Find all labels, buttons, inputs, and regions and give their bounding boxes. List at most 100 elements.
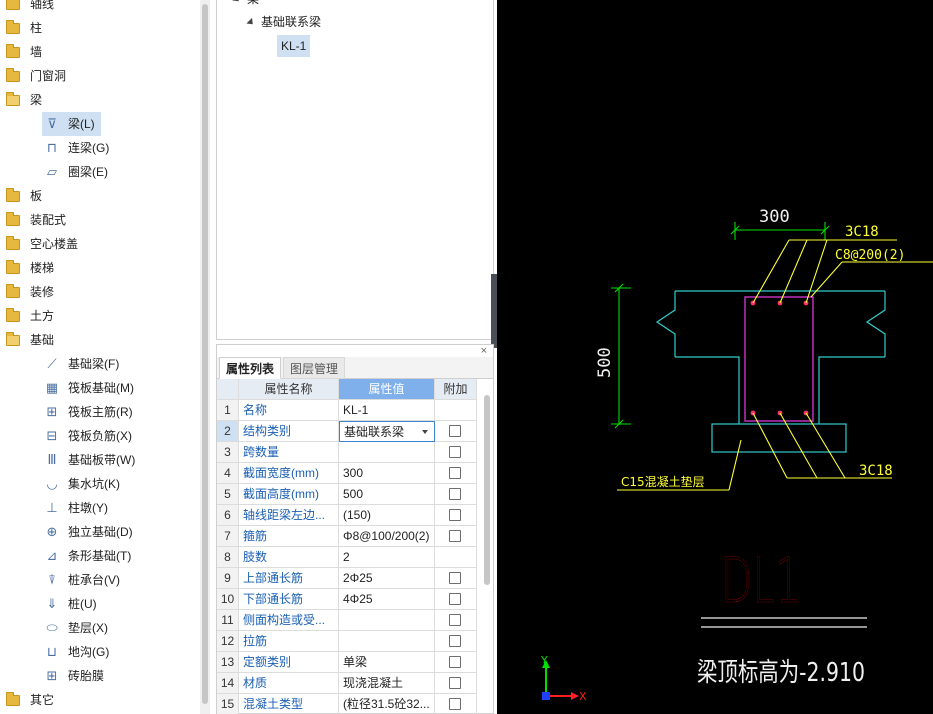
dropdown-arrow-icon[interactable]: [422, 430, 428, 434]
nav-sub-item[interactable]: ⇓ 桩(U): [42, 592, 103, 616]
property-row[interactable]: 13 定额类别 单梁: [217, 652, 479, 673]
tree-node-kl1[interactable]: KL-1: [277, 35, 311, 57]
property-name-text: 侧面构造或受...: [243, 613, 326, 627]
nav-sub-item[interactable]: ▱ 圈梁(E): [42, 160, 114, 184]
nav-sub-item[interactable]: ▦ 筏板基础(M): [42, 376, 140, 400]
beam-outline: [655, 290, 886, 453]
extra-checkbox[interactable]: [449, 467, 461, 479]
property-name-text: 肢数: [243, 550, 268, 564]
property-row[interactable]: 12 拉筋: [217, 631, 479, 652]
nav-scrollbar[interactable]: [200, 0, 210, 714]
extra-checkbox[interactable]: [449, 530, 461, 542]
nav-item[interactable]: 柱: [6, 16, 42, 40]
row-index: 11: [217, 610, 239, 631]
property-value-text: 基础联系梁: [344, 425, 405, 439]
nav-sub-item[interactable]: Ⅲ 基础板带(W): [42, 448, 141, 472]
tab-properties[interactable]: 属性列表: [219, 357, 282, 379]
property-row[interactable]: 9 上部通长筋 2Φ25: [217, 568, 479, 589]
nav-item[interactable]: 门窗洞: [6, 64, 66, 88]
property-value[interactable]: [339, 631, 435, 652]
nav-sub-item[interactable]: ⊽ 梁(L): [42, 112, 101, 136]
nav-sub-item-label: 柱墩(Y): [68, 501, 108, 515]
folder-open-icon: [6, 91, 20, 106]
property-value[interactable]: 4Φ25: [339, 589, 435, 610]
property-value[interactable]: 单梁: [339, 652, 435, 673]
extra-checkbox[interactable]: [449, 593, 461, 605]
property-value[interactable]: 基础联系梁: [339, 421, 435, 442]
property-row[interactable]: 3 跨数量: [217, 442, 479, 463]
property-row[interactable]: 2 结构类别 基础联系梁: [217, 421, 479, 442]
nav-item[interactable]: 装修: [6, 280, 54, 304]
expand-icon[interactable]: [232, 0, 242, 5]
property-row[interactable]: 8 肢数 2: [217, 547, 479, 568]
nav-item[interactable]: 楼梯: [6, 256, 54, 280]
tab-layers[interactable]: 图层管理: [283, 357, 346, 379]
property-row[interactable]: 15 混凝土类型 (粒径31.5砼32...: [217, 694, 479, 714]
extra-checkbox[interactable]: [449, 488, 461, 500]
property-value[interactable]: 现浇混凝土: [339, 673, 435, 694]
nav-item[interactable]: 基础: [6, 328, 54, 352]
nav-item[interactable]: 土方: [6, 304, 54, 328]
props-scroll-thumb[interactable]: [484, 395, 490, 585]
nav-item[interactable]: 墙: [6, 40, 42, 64]
close-icon[interactable]: ×: [481, 345, 487, 357]
nav-sub-item[interactable]: ⊔ 地沟(G): [42, 640, 115, 664]
extra-checkbox[interactable]: [449, 425, 461, 437]
cad-viewport[interactable]: 300 500 3C18 C8@200(2) 3C18 C15混凝土垫层 DL1…: [497, 0, 933, 714]
extra-checkbox[interactable]: [449, 509, 461, 521]
property-row[interactable]: 14 材质 现浇混凝土: [217, 673, 479, 694]
nav-sub-item[interactable]: ⊟ 筏板负筋(X): [42, 424, 138, 448]
property-value[interactable]: 2Φ25: [339, 568, 435, 589]
property-value[interactable]: KL-1: [339, 400, 435, 421]
property-value[interactable]: 300: [339, 463, 435, 484]
extra-checkbox[interactable]: [449, 446, 461, 458]
nav-item[interactable]: 板: [6, 184, 42, 208]
extra-checkbox[interactable]: [449, 677, 461, 689]
nav-sub-item[interactable]: ⊕ 独立基础(D): [42, 520, 139, 544]
nav-item[interactable]: 梁: [6, 88, 42, 112]
property-value[interactable]: (150): [339, 505, 435, 526]
tree-node-beam[interactable]: 梁: [232, 0, 259, 10]
nav-item[interactable]: 其它: [6, 688, 54, 712]
property-value[interactable]: 2: [339, 547, 435, 568]
property-value[interactable]: 500: [339, 484, 435, 505]
property-row[interactable]: 10 下部通长筋 4Φ25: [217, 589, 479, 610]
property-row[interactable]: 7 箍筋 Φ8@100/200(2): [217, 526, 479, 547]
property-value[interactable]: (粒径31.5砼32...: [339, 694, 435, 714]
property-value[interactable]: [339, 610, 435, 631]
property-value[interactable]: Φ8@100/200(2): [339, 526, 435, 547]
property-row[interactable]: 6 轴线距梁左边... (150): [217, 505, 479, 526]
nav-scroll-thumb[interactable]: [202, 4, 208, 704]
nav-item-label: 装修: [30, 285, 55, 299]
nav-sub-item[interactable]: ⊓ 连梁(G): [42, 136, 115, 160]
nav-sub-item[interactable]: ⊥ 柱墩(Y): [42, 496, 114, 520]
extra-checkbox[interactable]: [449, 656, 461, 668]
elevation-text: 梁顶标高为-2.910: [697, 658, 865, 688]
property-row[interactable]: 5 截面高度(mm) 500: [217, 484, 479, 505]
nav-sub-item[interactable]: ⟋ 基础梁(F): [42, 352, 125, 376]
property-row[interactable]: 1 名称 KL-1: [217, 400, 479, 421]
nav-sub-item[interactable]: ◡ 集水坑(K): [42, 472, 126, 496]
row-index-text: 4: [224, 466, 231, 480]
property-value[interactable]: [339, 442, 435, 463]
bottom-bars-label: 3C18: [859, 463, 893, 479]
extra-checkbox[interactable]: [449, 698, 461, 710]
nav-sub-item[interactable]: ⍒ 桩承台(V): [42, 568, 126, 592]
props-scrollbar[interactable]: [483, 395, 491, 711]
property-row[interactable]: 11 侧面构造或受...: [217, 610, 479, 631]
extra-checkbox[interactable]: [449, 635, 461, 647]
nav-sub-item[interactable]: ⊿ 条形基础(T): [42, 544, 137, 568]
property-row[interactable]: 4 截面宽度(mm) 300: [217, 463, 479, 484]
nav-item[interactable]: 装配式: [6, 208, 66, 232]
extra-checkbox[interactable]: [449, 572, 461, 584]
expand-icon[interactable]: [246, 18, 256, 28]
extra-checkbox[interactable]: [449, 614, 461, 626]
nav-sub-item[interactable]: ⬭ 垫层(X): [42, 616, 114, 640]
nav-sub-item[interactable]: ⊞ 砖胎膜: [42, 664, 110, 688]
trench-icon: ⊔: [46, 644, 58, 659]
nav-sub-item[interactable]: ⊞ 筏板主筋(R): [42, 400, 139, 424]
nav-item[interactable]: 空心楼盖: [6, 232, 78, 256]
property-name-text: 跨数量: [243, 445, 280, 459]
tree-node-group[interactable]: 基础联系梁: [246, 11, 321, 33]
nav-item[interactable]: 轴线: [6, 0, 54, 16]
